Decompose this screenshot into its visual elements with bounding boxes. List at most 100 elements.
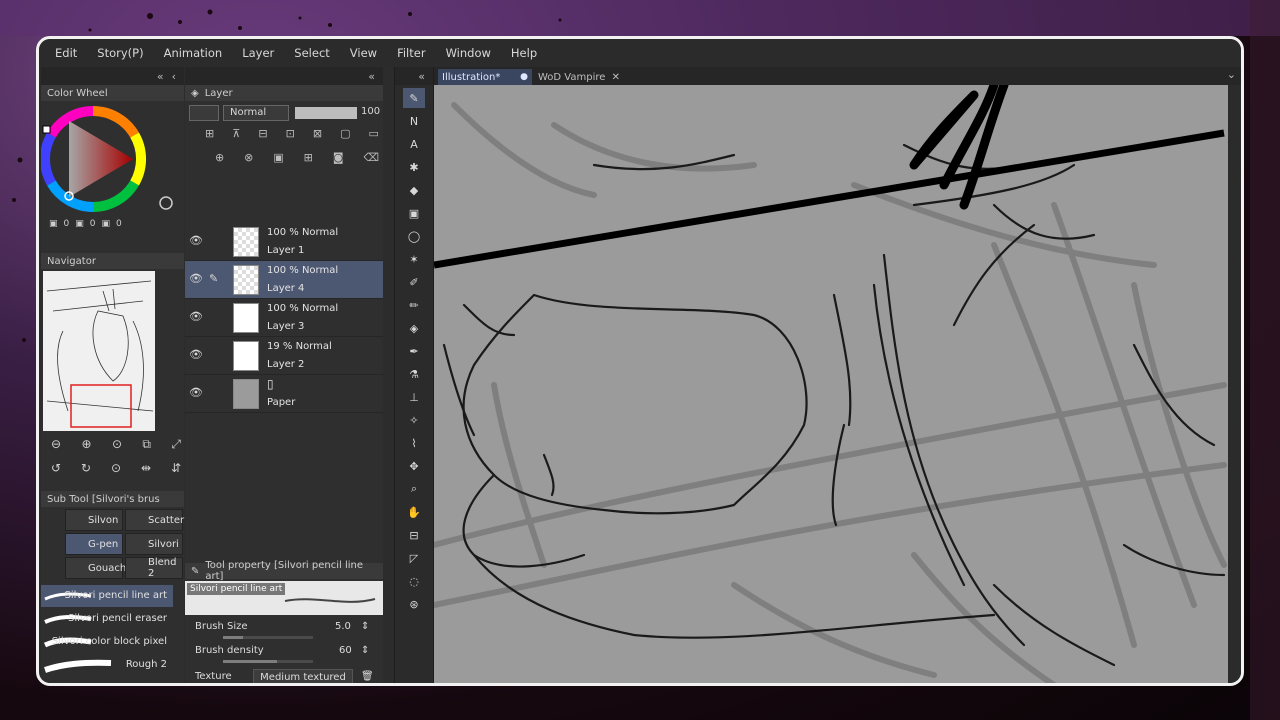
layer-color-dropdown[interactable]: [189, 105, 219, 121]
texture-select[interactable]: Medium textured: [253, 669, 353, 683]
tab-illustration[interactable]: Illustration* ●: [438, 69, 532, 85]
ruler-layer-icon[interactable]: ▭: [369, 127, 379, 140]
subtool-blend-2[interactable]: Blend 2: [125, 557, 183, 579]
gear-tool-icon[interactable]: ✱: [403, 157, 425, 177]
tab-wod-vampire[interactable]: WoD Vampire ✕: [534, 69, 624, 85]
marker-tool-icon[interactable]: ✒: [403, 341, 425, 361]
menu-filter[interactable]: Filter: [397, 46, 425, 60]
menu-story[interactable]: Story(P): [97, 46, 143, 60]
brush-size-stepper[interactable]: ⇕: [361, 621, 369, 632]
layer-row[interactable]: 👁 19 % Normal Layer 2: [185, 337, 383, 375]
menu-layer[interactable]: Layer: [242, 46, 274, 60]
close-tab-icon[interactable]: ✕: [612, 72, 620, 83]
eye-icon[interactable]: 👁: [189, 348, 203, 362]
brush-tool-icon[interactable]: ✏: [403, 295, 425, 315]
collapse-tools-icon[interactable]: «: [418, 70, 425, 83]
brush-density-stepper[interactable]: ⇕: [361, 645, 369, 656]
move-tool-icon[interactable]: ✥: [403, 456, 425, 476]
opacity-slider[interactable]: [295, 107, 357, 119]
color-mode-icon-2[interactable]: ▣: [75, 219, 84, 229]
color-wheel[interactable]: [41, 101, 184, 221]
color-mode-icon[interactable]: ▣: [49, 219, 58, 229]
magic-wand-tool-icon[interactable]: ✶: [403, 249, 425, 269]
sparkle-tool-icon[interactable]: ✧: [403, 410, 425, 430]
new-folder-icon[interactable]: ▣: [273, 151, 283, 164]
eye-icon[interactable]: 👁: [189, 272, 203, 286]
menu-view[interactable]: View: [350, 46, 377, 60]
object-tool-icon[interactable]: ⊛: [403, 594, 425, 614]
blend-tool-icon[interactable]: ⚗: [403, 364, 425, 384]
new-vector-layer-icon[interactable]: ⊗: [244, 151, 253, 164]
menu-edit[interactable]: Edit: [55, 46, 77, 60]
layer-row[interactable]: 👁 100 % Normal Layer 1: [185, 223, 383, 261]
flip-vertical-icon[interactable]: ⇵: [171, 461, 181, 475]
mask-layer-icon[interactable]: ▢: [340, 127, 350, 140]
brush-pencil-line-art[interactable]: Silvori pencil line art: [41, 585, 173, 607]
eye-icon[interactable]: 👁: [189, 310, 203, 324]
layer-row-selected[interactable]: 👁 ✎ 100 % Normal Layer 4: [185, 261, 383, 299]
reset-rotation-icon[interactable]: ⊙: [111, 461, 121, 475]
zoom-tool-icon[interactable]: ⌕: [403, 479, 425, 499]
rotate-right-icon[interactable]: ↻: [81, 461, 91, 475]
subtool-g-pen[interactable]: G-pen: [65, 533, 123, 555]
menu-select[interactable]: Select: [294, 46, 329, 60]
brush-color-block-pixel[interactable]: Silvori color block pixel: [41, 631, 173, 653]
subtool-silvori[interactable]: Silvori: [125, 533, 183, 555]
drawing-canvas[interactable]: [434, 85, 1228, 685]
menu-help[interactable]: Help: [511, 46, 537, 60]
new-raster-layer-icon[interactable]: ⊕: [215, 151, 224, 164]
ruler-tool-icon[interactable]: ◸: [403, 548, 425, 568]
vector-tool-icon[interactable]: N: [403, 111, 425, 131]
rotate-left-icon[interactable]: ↺: [51, 461, 61, 475]
layer-row[interactable]: 👁 100 % Normal Layer 3: [185, 299, 383, 337]
pen-tool-icon[interactable]: ✎: [403, 88, 425, 108]
zoom-in-icon[interactable]: ⊕: [81, 437, 91, 452]
brush-rough-2[interactable]: Rough 2: [41, 654, 173, 676]
color-swap-icon[interactable]: [159, 196, 173, 210]
canvas-scrollbar[interactable]: [1228, 85, 1241, 683]
layer-row-paper[interactable]: 👁 ▯ Paper: [185, 375, 383, 413]
menu-window[interactable]: Window: [446, 46, 491, 60]
merge-layer-icon[interactable]: ⊞: [304, 151, 313, 164]
eyedropper-tool-icon[interactable]: ⌇: [403, 433, 425, 453]
lasso-tool-icon[interactable]: ◯: [403, 226, 425, 246]
pencil-tool-icon[interactable]: ✐: [403, 272, 425, 292]
eraser-tool-icon[interactable]: ◈: [403, 318, 425, 338]
eye-icon[interactable]: 👁: [189, 386, 203, 400]
frame-tool-icon[interactable]: ⊟: [403, 525, 425, 545]
brush-size-slider[interactable]: [223, 636, 313, 639]
subtool-silvon[interactable]: Silvon: [65, 509, 123, 531]
brush-density-slider[interactable]: [223, 660, 313, 663]
chevron-left-icon[interactable]: ‹: [172, 70, 176, 83]
lock-layer-icon[interactable]: ⊡: [286, 127, 295, 140]
flip-horizontal-icon[interactable]: ⇹: [141, 461, 151, 475]
subtool-scatter[interactable]: Scatter: [125, 509, 184, 531]
tab-list-chevron-icon[interactable]: ⌄: [1227, 68, 1236, 81]
reference-layer-icon[interactable]: ⊞: [205, 127, 214, 140]
layer-mask-icon[interactable]: ◙: [333, 151, 344, 164]
navigator-preview[interactable]: [43, 271, 155, 431]
clip-layer-icon[interactable]: ⊟: [258, 127, 267, 140]
brush-pencil-eraser[interactable]: Silvori pencil eraser: [41, 608, 173, 630]
gradient-tool-icon[interactable]: ▣: [403, 203, 425, 223]
collapse-left-icon[interactable]: «: [157, 70, 164, 83]
fit-window-icon[interactable]: ⤢: [171, 437, 181, 452]
menu-animation[interactable]: Animation: [164, 46, 223, 60]
blend-mode-select[interactable]: Normal: [223, 105, 289, 121]
fill-tool-icon[interactable]: ◆: [403, 180, 425, 200]
speech-tool-icon[interactable]: ◌: [403, 571, 425, 591]
zoom-fit-icon[interactable]: ⊙: [112, 437, 122, 452]
text-tool-icon[interactable]: A: [403, 134, 425, 154]
stamp-tool-icon[interactable]: ⊥: [403, 387, 425, 407]
subtool-gouache[interactable]: Gouach: [65, 557, 126, 579]
collapse-middle-icon[interactable]: «: [368, 70, 375, 83]
trash-icon[interactable]: 🗑: [361, 671, 374, 682]
lock-transparency-icon[interactable]: ⊠: [313, 127, 322, 140]
hand-tool-icon[interactable]: ✋: [403, 502, 425, 522]
eye-icon[interactable]: 👁: [189, 234, 203, 248]
actual-size-icon[interactable]: ⧉: [142, 437, 151, 452]
delete-layer-icon[interactable]: ⌫: [363, 151, 379, 164]
color-mode-icon-3[interactable]: ▣: [102, 219, 111, 229]
draft-layer-icon[interactable]: ⊼: [232, 127, 240, 140]
hue-handle[interactable]: [42, 125, 51, 134]
